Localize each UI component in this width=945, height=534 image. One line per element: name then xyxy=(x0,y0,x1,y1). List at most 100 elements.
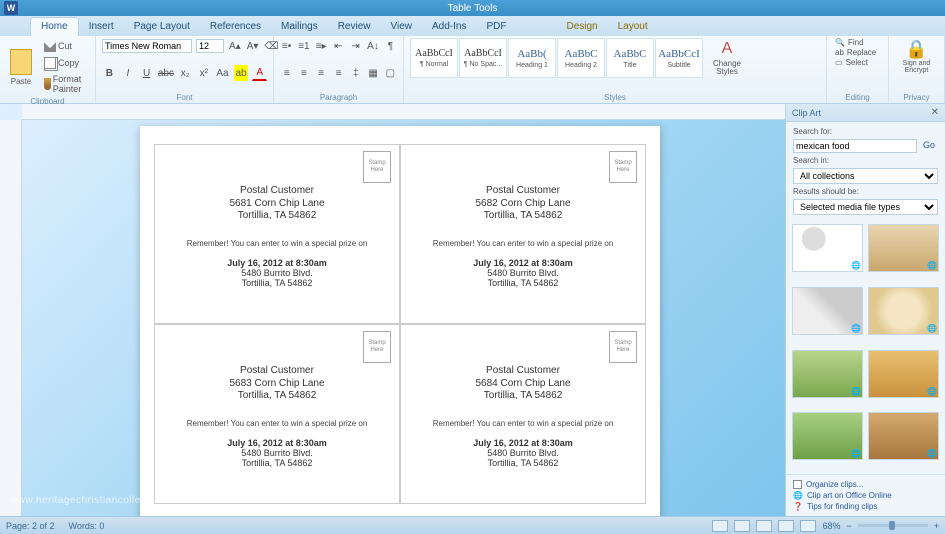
postcard[interactable]: StampHerePostal Customer5681 Corn Chip L… xyxy=(154,144,400,324)
watermark: www.heritagechristiancollege.com xyxy=(10,495,177,506)
find-button[interactable]: 🔍Find xyxy=(833,38,882,47)
postcard[interactable]: StampHerePostal Customer5682 Corn Chip L… xyxy=(400,144,646,324)
zoom-level[interactable]: 68% xyxy=(822,521,840,531)
reminder-text: Remember! You can enter to win a special… xyxy=(407,239,639,248)
style-item[interactable]: AaBb(Heading 1 xyxy=(508,38,556,78)
highlight-button[interactable]: ab xyxy=(234,65,249,81)
painter-label: Format Painter xyxy=(53,74,87,94)
event-block: July 16, 2012 at 8:30am5480 Burrito Blvd… xyxy=(407,258,639,288)
office-online-link[interactable]: 🌐 Clip art on Office Online xyxy=(793,490,938,501)
search-input[interactable] xyxy=(793,139,917,153)
clip-thumb[interactable] xyxy=(868,350,939,398)
strike-button[interactable]: abc xyxy=(158,65,174,81)
clip-thumb[interactable] xyxy=(792,350,863,398)
online-label: Clip art on Office Online xyxy=(807,491,892,500)
font-name-select[interactable] xyxy=(102,39,192,53)
document-area[interactable]: StampHerePostal Customer5681 Corn Chip L… xyxy=(0,104,785,516)
clip-thumb[interactable] xyxy=(792,224,863,272)
align-right-button[interactable]: ≡ xyxy=(315,65,328,81)
format-painter-button[interactable]: Format Painter xyxy=(40,72,91,96)
tab-review[interactable]: Review xyxy=(328,18,381,36)
page[interactable]: StampHerePostal Customer5681 Corn Chip L… xyxy=(140,126,660,516)
underline-button[interactable]: U xyxy=(139,65,154,81)
style-item[interactable]: AaBbCcISubtitle xyxy=(655,38,703,78)
sort-button[interactable]: A↓ xyxy=(366,38,380,54)
full-screen-view-button[interactable] xyxy=(734,520,750,532)
tab-design[interactable]: Design xyxy=(556,18,607,36)
multilevel-button[interactable]: ≡▸ xyxy=(315,38,328,54)
align-center-button[interactable]: ≡ xyxy=(297,65,310,81)
tab-insert[interactable]: Insert xyxy=(79,18,124,36)
font-color-button[interactable]: A xyxy=(252,65,267,81)
postcard[interactable]: StampHerePostal Customer5683 Corn Chip L… xyxy=(154,324,400,504)
word-count[interactable]: Words: 0 xyxy=(69,521,105,531)
bold-button[interactable]: B xyxy=(102,65,117,81)
tab-addins[interactable]: Add-Ins xyxy=(422,18,476,36)
justify-button[interactable]: ≡ xyxy=(332,65,345,81)
clip-thumb[interactable] xyxy=(868,287,939,335)
clip-thumb[interactable] xyxy=(792,287,863,335)
zoom-out-button[interactable]: − xyxy=(846,521,851,531)
tips-link[interactable]: ❓Tips for finding clips xyxy=(793,501,938,512)
cut-button[interactable]: Cut xyxy=(40,38,91,54)
style-item[interactable]: AaBbCcI¶ No Spac... xyxy=(459,38,507,78)
sign-encrypt-button[interactable]: 🔒 Sign and Encrypt xyxy=(895,38,938,76)
show-marks-button[interactable]: ¶ xyxy=(384,38,397,54)
web-layout-view-button[interactable] xyxy=(756,520,772,532)
superscript-button[interactable]: x² xyxy=(197,65,212,81)
indent-inc-button[interactable]: ⇥ xyxy=(349,38,362,54)
clip-thumb[interactable] xyxy=(868,224,939,272)
reminder-text: Remember! You can enter to win a special… xyxy=(161,239,393,248)
borders-button[interactable]: ▢ xyxy=(384,65,397,81)
change-styles-button[interactable]: A Change Styles xyxy=(707,38,747,78)
stamp-box: StampHere xyxy=(363,151,391,183)
zoom-slider[interactable] xyxy=(858,524,928,527)
tab-layout[interactable]: Layout xyxy=(608,18,658,36)
outline-view-button[interactable] xyxy=(778,520,794,532)
select-button[interactable]: ▭Select xyxy=(833,58,882,67)
font-size-select[interactable] xyxy=(196,39,224,53)
styles-gallery[interactable]: AaBbCcI¶ NormalAaBbCcI¶ No Spac...AaBb(H… xyxy=(410,38,703,78)
media-types-select[interactable]: Selected media file types xyxy=(793,199,938,215)
ruler-vertical[interactable] xyxy=(0,120,22,516)
tab-pdf[interactable]: PDF xyxy=(476,18,516,36)
copy-button[interactable]: Copy xyxy=(40,55,91,71)
globe-icon: 🌐 xyxy=(793,491,803,500)
tab-view[interactable]: View xyxy=(381,18,423,36)
go-button[interactable]: Go xyxy=(920,139,938,153)
postcard[interactable]: StampHerePostal Customer5684 Corn Chip L… xyxy=(400,324,646,504)
ruler-horizontal[interactable] xyxy=(22,104,785,120)
clip-thumb[interactable] xyxy=(868,412,939,460)
organize-clips-link[interactable]: Organize clips... xyxy=(793,479,938,490)
collections-select[interactable]: All collections xyxy=(793,168,938,184)
print-layout-view-button[interactable] xyxy=(712,520,728,532)
shrink-font-button[interactable]: A▾ xyxy=(246,38,260,54)
style-item[interactable]: AaBbCTitle xyxy=(606,38,654,78)
indent-dec-button[interactable]: ⇤ xyxy=(332,38,345,54)
address-block: Postal Customer5682 Corn Chip LaneTortil… xyxy=(407,185,639,223)
tab-home[interactable]: Home xyxy=(30,17,79,36)
zoom-in-button[interactable]: + xyxy=(934,521,939,531)
tab-mailings[interactable]: Mailings xyxy=(271,18,328,36)
shading-button[interactable]: ▦ xyxy=(366,65,379,81)
style-item[interactable]: AaBbCcI¶ Normal xyxy=(410,38,458,78)
replace-button[interactable]: abReplace xyxy=(833,48,882,57)
pane-close-button[interactable]: ✕ xyxy=(931,107,939,118)
clip-thumb[interactable] xyxy=(792,412,863,460)
page-indicator[interactable]: Page: 2 of 2 xyxy=(6,521,55,531)
word-icon: W xyxy=(4,1,18,15)
event-block: July 16, 2012 at 8:30am5480 Burrito Blvd… xyxy=(161,438,393,468)
grow-font-button[interactable]: A▴ xyxy=(228,38,242,54)
align-left-button[interactable]: ≡ xyxy=(280,65,293,81)
line-spacing-button[interactable]: ‡ xyxy=(349,65,362,81)
italic-button[interactable]: I xyxy=(121,65,136,81)
tab-references[interactable]: References xyxy=(200,18,271,36)
subscript-button[interactable]: x₂ xyxy=(178,65,193,81)
change-case-button[interactable]: Aa xyxy=(215,65,230,81)
numbering-button[interactable]: ≡1 xyxy=(297,38,310,54)
paste-button[interactable]: Paste xyxy=(6,47,36,88)
tab-page-layout[interactable]: Page Layout xyxy=(124,18,200,36)
draft-view-button[interactable] xyxy=(800,520,816,532)
bullets-button[interactable]: ≡• xyxy=(280,38,293,54)
style-item[interactable]: AaBbCHeading 2 xyxy=(557,38,605,78)
